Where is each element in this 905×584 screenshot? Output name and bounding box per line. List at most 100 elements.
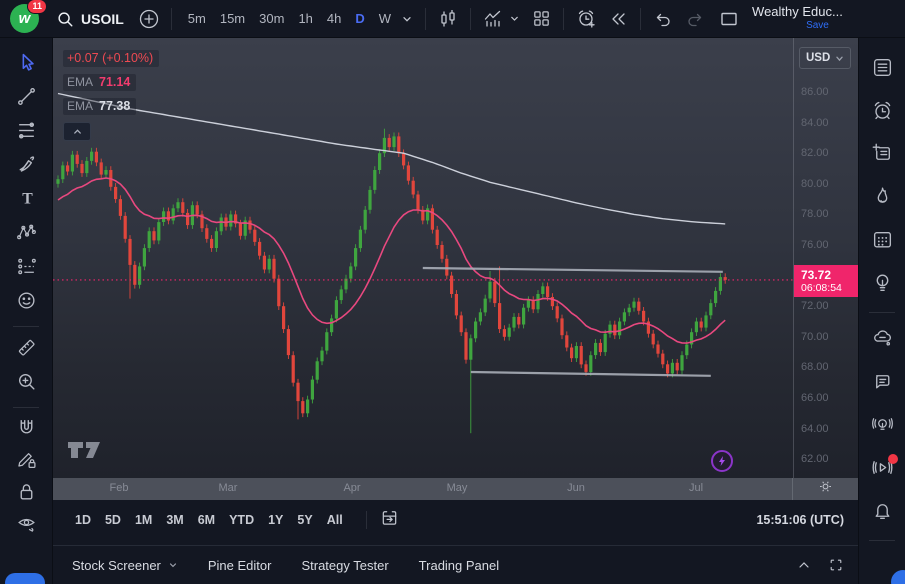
fib-tool-button[interactable] bbox=[7, 116, 45, 150]
forecast-tool-button[interactable] bbox=[7, 252, 45, 286]
range-6M[interactable]: 6M bbox=[198, 513, 215, 527]
drawing-lock-button[interactable] bbox=[7, 446, 45, 478]
emoji-tool-button[interactable] bbox=[7, 286, 45, 320]
time-axis[interactable]: Feb Mar Apr May Jun Jul bbox=[53, 478, 858, 500]
undo-icon bbox=[652, 8, 674, 30]
eye-icon bbox=[16, 513, 37, 539]
add-symbol-button[interactable] bbox=[136, 4, 162, 34]
price-tick: 78.00 bbox=[801, 207, 829, 221]
hidden-panel-pill[interactable] bbox=[5, 573, 45, 584]
alerts-button[interactable] bbox=[863, 91, 901, 134]
price-tick: 62.00 bbox=[801, 452, 829, 466]
range-1D[interactable]: 1D bbox=[75, 513, 91, 527]
idea-streams-icon bbox=[871, 413, 894, 441]
timeframe-D[interactable]: D bbox=[348, 5, 371, 33]
range-5D[interactable]: 5D bbox=[105, 513, 121, 527]
ema-fast-label: EMA bbox=[67, 75, 93, 89]
measure-tool-button[interactable] bbox=[7, 333, 45, 367]
indicators-menu-button[interactable] bbox=[506, 4, 522, 34]
trend-line-icon bbox=[16, 86, 37, 112]
symbol-search-button[interactable]: USOIL bbox=[56, 4, 124, 34]
ema-slow-row[interactable]: EMA 77.38 bbox=[63, 98, 136, 115]
calendar-button[interactable] bbox=[863, 220, 901, 263]
zoom-in-tool-button[interactable] bbox=[7, 367, 45, 401]
range-All[interactable]: All bbox=[327, 513, 343, 527]
indicators-button[interactable] bbox=[480, 4, 506, 34]
symbol-change-row[interactable]: +0.07 (+0.10%) bbox=[63, 50, 159, 67]
price-axis[interactable]: USD 86.00 84.00 82.00 80.00 78.00 76.00 … bbox=[793, 38, 858, 478]
divider bbox=[425, 8, 426, 30]
create-alert-button[interactable] bbox=[573, 4, 599, 34]
chart-style-button[interactable] bbox=[435, 4, 461, 34]
hide-drawings-button[interactable] bbox=[7, 510, 45, 542]
private-chat-button[interactable] bbox=[863, 362, 901, 405]
cursor-tool-button[interactable] bbox=[7, 48, 45, 82]
panel-expand-button[interactable] bbox=[796, 557, 812, 573]
go-to-date-button[interactable] bbox=[380, 508, 399, 532]
save-button[interactable]: Save bbox=[806, 20, 829, 32]
trend-line-tool-button[interactable] bbox=[7, 82, 45, 116]
range-1M[interactable]: 1M bbox=[135, 513, 152, 527]
emoji-icon bbox=[16, 290, 37, 316]
text-tool-button[interactable]: T bbox=[7, 184, 45, 218]
replay-button[interactable] bbox=[605, 4, 631, 34]
calendar-icon bbox=[871, 228, 894, 256]
panel-maximize-button[interactable] bbox=[828, 557, 844, 573]
range-3M[interactable]: 3M bbox=[166, 513, 183, 527]
range-5Y[interactable]: 5Y bbox=[297, 513, 312, 527]
magnet-icon bbox=[16, 417, 37, 443]
legend-collapse-button[interactable] bbox=[63, 122, 91, 141]
public-chat-button[interactable] bbox=[863, 319, 901, 362]
account-menu[interactable]: Wealthy Educ... Save bbox=[752, 5, 843, 31]
hidden-panel-pill-right[interactable] bbox=[891, 570, 905, 584]
xabcd-pattern-icon bbox=[16, 222, 37, 248]
app-logo[interactable]: w 11 bbox=[10, 4, 40, 34]
hotlists-button[interactable] bbox=[863, 177, 901, 220]
timeframe-menu-button[interactable] bbox=[398, 4, 416, 34]
last-price: 73.72 bbox=[801, 268, 831, 282]
session-clock[interactable]: 15:51:06 (UTC) bbox=[756, 513, 844, 527]
price-tick: 84.00 bbox=[801, 116, 829, 130]
redo-button[interactable] bbox=[682, 4, 708, 34]
timeframe-4h[interactable]: 4h bbox=[320, 5, 348, 33]
timeframe-1h[interactable]: 1h bbox=[291, 5, 319, 33]
notes-button[interactable] bbox=[863, 134, 901, 177]
ema-fast-row[interactable]: EMA 71.14 bbox=[63, 74, 136, 91]
range-YTD[interactable]: YTD bbox=[229, 513, 254, 527]
tab-trading-panel[interactable]: Trading Panel bbox=[419, 558, 499, 573]
tab-pine-editor[interactable]: Pine Editor bbox=[208, 558, 272, 573]
streams-button[interactable] bbox=[863, 405, 901, 448]
pattern-tool-button[interactable] bbox=[7, 218, 45, 252]
lock-all-button[interactable] bbox=[7, 478, 45, 510]
chevron-down-icon bbox=[509, 13, 520, 24]
live-streams-button[interactable] bbox=[863, 448, 901, 491]
layout-button[interactable] bbox=[528, 4, 554, 34]
gear-icon bbox=[818, 479, 833, 499]
price-tick: 72.00 bbox=[801, 299, 829, 313]
timeframe-15m[interactable]: 15m bbox=[213, 5, 252, 33]
thought-cloud-icon bbox=[871, 327, 894, 355]
chart-settings-button[interactable] bbox=[792, 478, 858, 500]
undo-button[interactable] bbox=[650, 4, 676, 34]
chart-canvas[interactable] bbox=[53, 38, 793, 478]
snapshot-button[interactable] bbox=[716, 4, 742, 34]
timeframe-W[interactable]: W bbox=[372, 5, 398, 33]
ideas-button[interactable] bbox=[863, 263, 901, 306]
chevron-up-icon bbox=[796, 557, 812, 573]
quick-action-badge[interactable] bbox=[711, 450, 733, 472]
tab-stock-screener[interactable]: Stock Screener bbox=[72, 558, 178, 573]
timeframe-5m[interactable]: 5m bbox=[181, 5, 213, 33]
magnet-mode-button[interactable] bbox=[7, 414, 45, 446]
divider bbox=[869, 312, 895, 313]
notifications-button[interactable] bbox=[863, 491, 901, 534]
timeframe-30m[interactable]: 30m bbox=[252, 5, 291, 33]
watchlist-icon bbox=[871, 56, 894, 84]
currency-selector[interactable]: USD bbox=[799, 47, 851, 69]
ema-slow-label: EMA bbox=[67, 99, 93, 113]
account-name: Wealthy Educ... bbox=[752, 5, 843, 20]
brush-tool-button[interactable] bbox=[7, 150, 45, 184]
range-1Y[interactable]: 1Y bbox=[268, 513, 283, 527]
watchlist-button[interactable] bbox=[863, 48, 901, 91]
tab-strategy-tester[interactable]: Strategy Tester bbox=[301, 558, 388, 573]
chevron-down-icon bbox=[401, 13, 413, 25]
